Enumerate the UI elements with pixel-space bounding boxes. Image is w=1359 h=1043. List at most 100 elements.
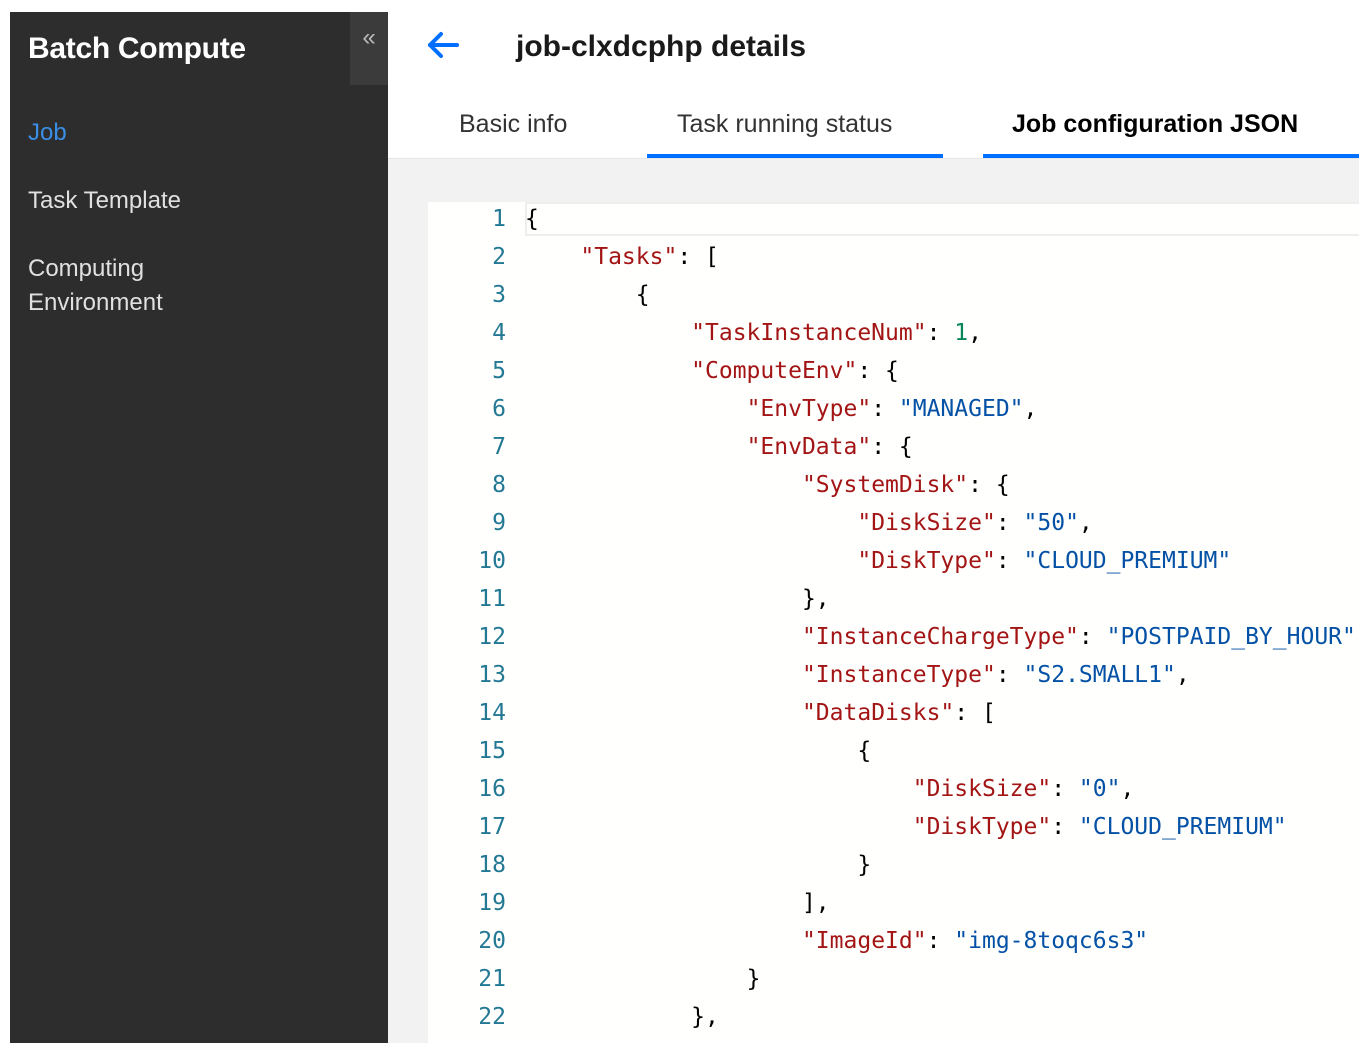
line-number: 14: [478, 700, 506, 726]
line-number: 9: [492, 510, 506, 536]
code-line: "Tasks": [: [525, 238, 718, 276]
json-punctuation: ,: [1023, 396, 1038, 422]
sidebar-item-job[interactable]: Job: [28, 116, 67, 150]
current-line-highlight: [525, 202, 1359, 236]
line-number: 1: [492, 206, 506, 232]
sidebar-item-task-template[interactable]: Task Template: [28, 184, 181, 218]
json-string: "50": [1023, 510, 1079, 536]
code-line: "SystemDisk": {: [525, 466, 1010, 504]
json-key: "EnvData": [746, 434, 872, 460]
line-number: 12: [478, 624, 506, 650]
tab-task-running-status[interactable]: Task running status: [677, 110, 892, 139]
line-number: 10: [478, 548, 506, 574]
json-key: "DiskType": [912, 814, 1052, 840]
code-line: "EnvType": "MANAGED",: [525, 390, 1038, 428]
json-string: "POSTPAID_BY_HOUR": [1106, 624, 1356, 650]
json-code-editor[interactable]: 1 2 3 4 5 6 7 8 9 10 11 12 13 14 15 16 17 18 19 20 21 22 { "T…: [428, 202, 1359, 1043]
double-chevron-left-icon: «: [362, 24, 376, 51]
line-number: 16: [478, 776, 506, 802]
line-number: 17: [478, 814, 506, 840]
json-key: "ImageId": [801, 928, 927, 954]
line-number: 6: [492, 396, 506, 422]
tab-job-configuration-json[interactable]: Job configuration JSON: [1012, 110, 1298, 139]
json-punctuation: :: [871, 396, 899, 422]
json-punctuation: :: [995, 662, 1024, 688]
json-string: "CLOUD_PREMIUM": [1023, 548, 1232, 574]
json-string: "MANAGED": [898, 396, 1024, 422]
line-number: 7: [492, 434, 506, 460]
json-key: "DiskType": [857, 548, 996, 574]
json-punctuation: : {: [871, 434, 913, 460]
code-line: },: [525, 998, 719, 1036]
code-line: "EnvData": {: [525, 428, 913, 466]
line-number: 13: [478, 662, 506, 688]
json-punctuation: {: [525, 206, 539, 232]
json-punctuation: :: [1078, 624, 1107, 650]
json-punctuation: :: [995, 510, 1024, 536]
json-string: "img-8toqc6s3": [954, 928, 1149, 954]
code-line: "TaskInstanceNum": 1,: [525, 314, 982, 352]
code-line: {: [525, 202, 539, 238]
json-key: "DataDisks": [801, 700, 955, 726]
json-key: "InstanceChargeType": [801, 624, 1079, 650]
json-punctuation: {: [635, 282, 650, 308]
json-string: "0": [1078, 776, 1121, 802]
json-punctuation: {: [857, 738, 872, 764]
json-punctuation: : [: [954, 700, 996, 726]
code-line: {: [525, 276, 650, 314]
json-key: "DiskSize": [857, 510, 996, 536]
json-punctuation: :: [926, 320, 955, 346]
code-line: ],: [525, 884, 830, 922]
json-key: "DiskSize": [912, 776, 1052, 802]
back-button[interactable]: [426, 30, 460, 60]
json-punctuation: ,: [968, 320, 982, 346]
code-line: "ComputeEnv": {: [525, 352, 899, 390]
json-key: "Tasks": [580, 244, 678, 270]
json-string: "CLOUD_PREMIUM": [1078, 814, 1287, 840]
collapse-sidebar-button[interactable]: «: [350, 12, 388, 85]
json-punctuation: :: [1051, 776, 1079, 802]
brand-title: Batch Compute: [28, 32, 246, 65]
line-number: 4: [492, 320, 506, 346]
json-punctuation: : {: [857, 358, 899, 384]
line-number: 21: [478, 966, 506, 992]
json-punctuation: :: [995, 548, 1024, 574]
json-punctuation: },: [801, 586, 830, 612]
code-line: }: [525, 846, 871, 884]
code-line: "DiskSize": "0",: [525, 770, 1135, 808]
json-punctuation: :: [1051, 814, 1079, 840]
json-key: "TaskInstanceNum": [691, 320, 927, 346]
sidebar-item-label-line2: Environment: [28, 289, 163, 316]
code-line: "InstanceType": "S2.SMALL1",: [525, 656, 1190, 694]
tab-basic-info[interactable]: Basic info: [459, 110, 567, 139]
line-number: 2: [492, 244, 506, 270]
line-number: 19: [478, 890, 506, 916]
json-number: 1: [954, 320, 969, 346]
json-punctuation: ],: [801, 890, 830, 916]
code-line: }: [525, 960, 761, 998]
json-punctuation: ,: [1078, 510, 1093, 536]
code-line: "InstanceChargeType": "POSTPAID_BY_HOUR"…: [525, 618, 1359, 656]
json-punctuation: ,: [1175, 662, 1190, 688]
code-line: "DiskType": "CLOUD_PREMIUM": [525, 808, 1287, 846]
code-line: "ImageId": "img-8toqc6s3": [525, 922, 1148, 960]
json-punctuation: : {: [968, 472, 1010, 498]
sidebar: Batch Compute « Job Task Template Comput…: [10, 12, 388, 1043]
line-number: 8: [492, 472, 506, 498]
json-punctuation: :: [926, 928, 955, 954]
sidebar-item-computing-environment[interactable]: Computing Environment: [28, 252, 163, 320]
json-punctuation: },: [691, 1004, 719, 1030]
code-line: "DiskSize": "50",: [525, 504, 1093, 542]
code-line: "DiskType": "CLOUD_PREMIUM": [525, 542, 1231, 580]
json-key: "ComputeEnv": [691, 358, 858, 384]
page-title: job-clxdcphp details: [516, 30, 807, 63]
arrow-left-icon: [428, 32, 459, 58]
json-punctuation: }: [857, 852, 872, 878]
line-number: 11: [478, 586, 506, 612]
line-number: 15: [478, 738, 506, 764]
line-number: 22: [478, 1004, 506, 1030]
code-line: "DataDisks": [: [525, 694, 996, 732]
line-number: 3: [492, 282, 506, 308]
line-number: 5: [492, 358, 506, 384]
json-key: "EnvType": [746, 396, 872, 422]
